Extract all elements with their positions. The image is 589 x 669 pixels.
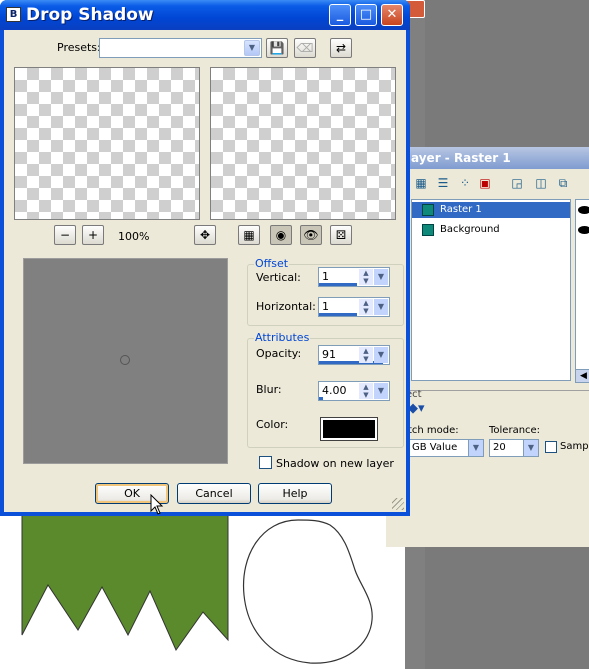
spin-arrows-icon[interactable]: ▲ ▼ [359, 383, 373, 399]
presets-select[interactable]: ▼ [99, 38, 262, 58]
opacity-label: Opacity: [256, 347, 302, 360]
blur-label: Blur: [256, 383, 282, 396]
vertical-label: Vertical: [256, 271, 301, 284]
eye-icon[interactable] [578, 226, 589, 234]
shadow-new-layer-label: Shadow on new layer [276, 457, 394, 470]
spin-arrows-icon[interactable]: ▲ ▼ [359, 347, 373, 363]
duplicate-layer-icon[interactable]: ⧉ [553, 173, 573, 193]
mouse-cursor-icon [150, 494, 164, 515]
layer-properties-icon[interactable]: ☰ [433, 173, 453, 193]
eye-preview-button[interactable]: 👁 [300, 225, 322, 245]
pan-button[interactable]: ✥ [194, 225, 216, 245]
offset-group-title: Offset [254, 257, 290, 270]
title-bar[interactable]: B Drop Shadow _ □ ✕ [0, 0, 410, 30]
save-preset-button[interactable]: 💾 [266, 38, 288, 58]
direction-handle[interactable] [120, 355, 130, 365]
green-shape [21, 515, 229, 652]
spin-arrows-icon[interactable]: ▲ ▼ [359, 269, 373, 285]
blur-input[interactable]: 4.00 ▲ ▼ ▼ [318, 381, 390, 401]
mask-icon[interactable]: ⁘ [455, 173, 475, 193]
spin-arrows-icon[interactable]: ▲ ▼ [359, 299, 373, 315]
chevron-down-icon[interactable]: ▼ [468, 440, 483, 456]
tool-options-palette: ect ◆▾ tch mode: GB Value ▼ Tolerance: 2… [386, 389, 589, 547]
zoom-level: 100% [118, 230, 150, 243]
blur-slider-fill [319, 397, 323, 400]
proof-toggle-button[interactable]: ▦ [238, 225, 260, 245]
visibility-column [575, 199, 589, 381]
chevron-down-icon[interactable]: ▼ [244, 40, 260, 56]
layer-thumbnail [422, 224, 434, 236]
eye-icon[interactable] [578, 206, 589, 214]
delete-preset-button[interactable]: ⌫ [294, 38, 316, 58]
chevron-down-icon[interactable]: ▼ [374, 269, 388, 285]
tolerance-label: Tolerance: [489, 425, 541, 436]
match-mode-value: GB Value [412, 442, 458, 453]
lock-icon-button[interactable]: ◉ [270, 225, 292, 245]
chevron-down-icon[interactable]: ▼ [374, 299, 388, 315]
app-icon: B [6, 7, 21, 22]
shadow-direction-area[interactable] [23, 258, 228, 464]
fill-tool-icon[interactable]: ◆▾ [408, 401, 425, 416]
drop-shadow-dialog: B Drop Shadow _ □ ✕ Presets: ▼ 💾 ⌫ ⇄ − +… [0, 0, 410, 516]
match-mode-label: tch mode: [408, 425, 459, 436]
maximize-button[interactable]: □ [355, 4, 377, 26]
delete-layer-icon[interactable]: ▣ [475, 173, 495, 193]
horizontal-value: 1 [322, 300, 329, 313]
presets-label: Presets: [57, 41, 101, 54]
help-button[interactable]: Help [258, 483, 332, 504]
resize-grip[interactable] [392, 498, 404, 510]
tolerance-input[interactable]: 20 ▼ [489, 439, 539, 457]
vertical-value: 1 [322, 270, 329, 283]
layer-row-raster-1[interactable]: Raster 1 [412, 202, 570, 218]
attributes-group-title: Attributes [254, 331, 311, 344]
layer-name: Raster 1 [440, 204, 482, 215]
chevron-down-icon[interactable]: ▼ [523, 440, 538, 456]
minimize-button[interactable]: _ [329, 4, 351, 26]
layer-row-background[interactable]: Background [412, 222, 570, 238]
color-label: Color: [256, 418, 289, 431]
zoom-in-button[interactable]: + [82, 225, 104, 245]
reset-button[interactable]: ⇄ [330, 38, 352, 58]
scroll-left-button[interactable]: ◀ [575, 369, 589, 383]
tolerance-value: 20 [493, 442, 506, 453]
sample-merged-checkbox[interactable] [545, 441, 557, 453]
layer-palette-title[interactable]: ayer - Raster 1 [389, 147, 589, 169]
dialog-title: Drop Shadow [26, 5, 154, 25]
vertical-slider-fill [319, 283, 357, 286]
match-mode-select[interactable]: GB Value ▼ [408, 439, 484, 457]
original-preview[interactable] [14, 67, 200, 220]
horizontal-label: Horizontal: [256, 300, 316, 313]
new-layer-icon[interactable]: ▦ [411, 173, 431, 193]
blur-value: 4.00 [322, 384, 347, 397]
close-button[interactable]: ✕ [381, 4, 403, 26]
cancel-button[interactable]: Cancel [177, 483, 251, 504]
shadow-color-swatch[interactable] [320, 417, 378, 441]
layer-thumbnail [422, 204, 434, 216]
opacity-value: 91 [322, 348, 336, 361]
opacity-input[interactable]: 91 ▲ ▼ ▼ [318, 345, 390, 365]
group-layers-icon[interactable]: ◲ [507, 173, 527, 193]
randomize-button[interactable]: ⚄ [330, 225, 352, 245]
vertical-input[interactable]: 1 ▲ ▼ ▼ [318, 267, 390, 287]
canvas-shapes [21, 515, 373, 664]
result-preview[interactable] [210, 67, 396, 220]
layer-toolbar: ▦ ☰ ⁘ ▣ ◲ ◫ ⧉ [411, 173, 589, 195]
outline-shape [242, 519, 373, 664]
zoom-out-button[interactable]: − [54, 225, 76, 245]
chevron-down-icon[interactable]: ▼ [374, 347, 388, 363]
link-icon[interactable]: ◫ [531, 173, 551, 193]
chevron-down-icon[interactable]: ▼ [374, 383, 388, 399]
shadow-new-layer-checkbox[interactable] [259, 456, 272, 469]
layer-name: Background [440, 224, 500, 235]
horizontal-slider-fill [319, 313, 357, 316]
horizontal-input[interactable]: 1 ▲ ▼ ▼ [318, 297, 390, 317]
layer-list: Raster 1 Background [411, 199, 571, 381]
sample-merged-label: Sampl [560, 441, 589, 452]
